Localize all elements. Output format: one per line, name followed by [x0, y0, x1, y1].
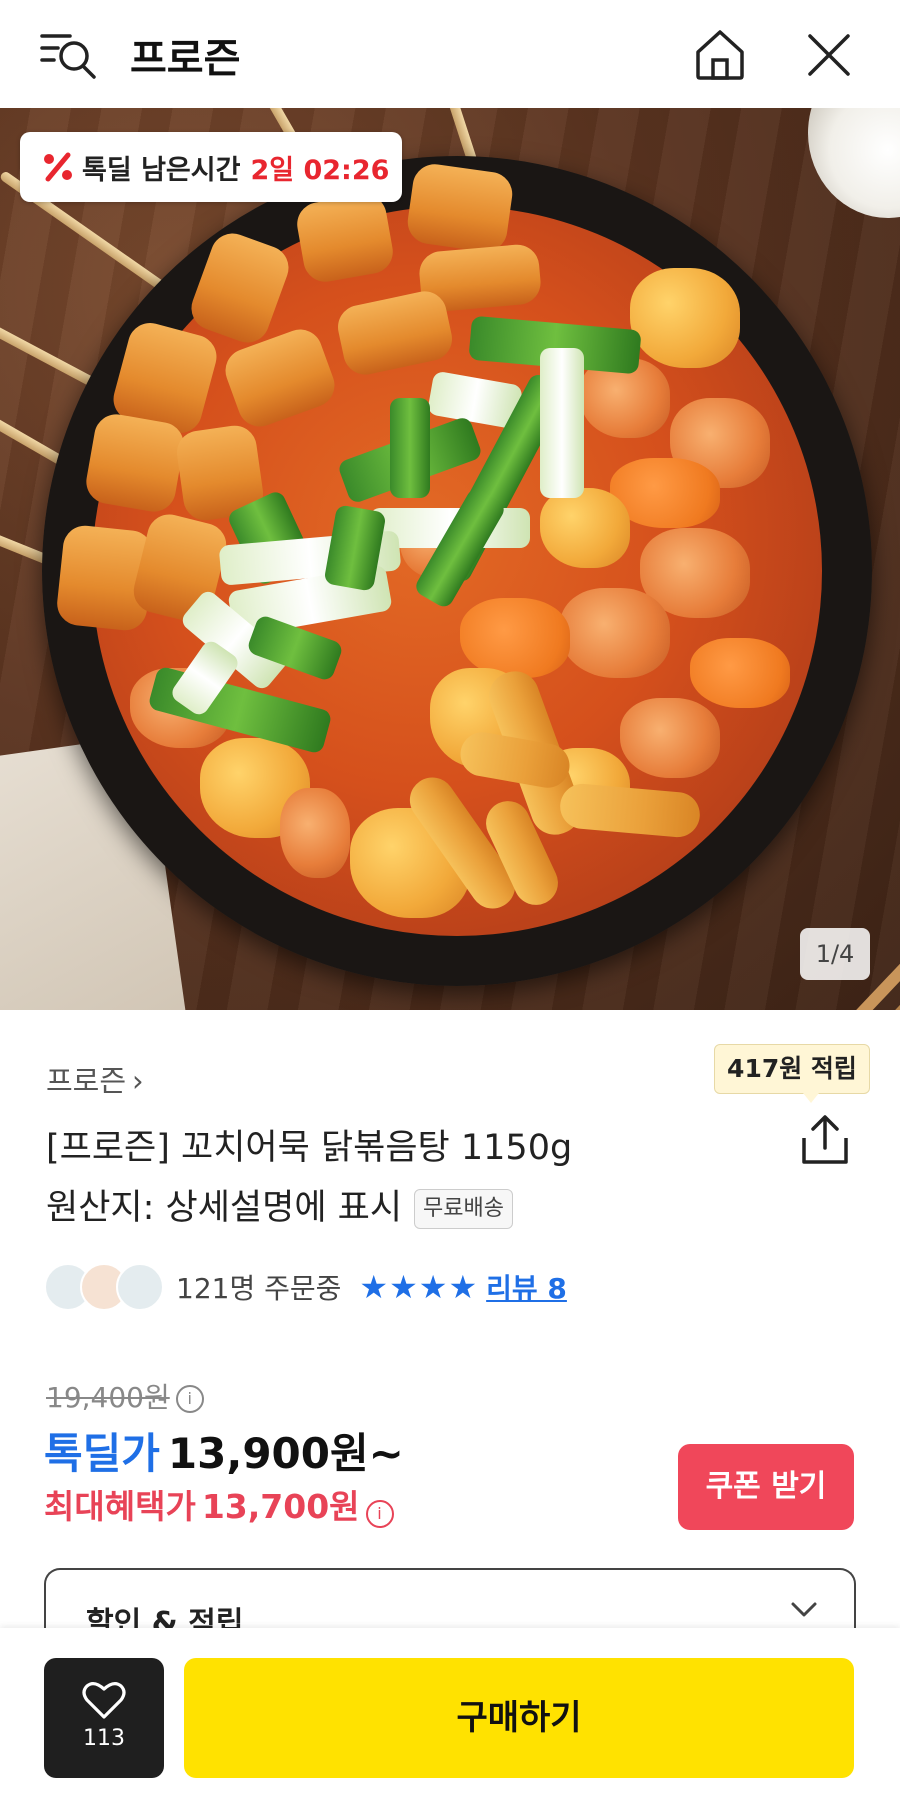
- image-counter: 1/4: [800, 928, 870, 980]
- buy-button[interactable]: 구매하기: [184, 1658, 854, 1778]
- coupon-button[interactable]: 쿠폰 받기: [678, 1444, 854, 1530]
- info-icon[interactable]: i: [365, 1499, 394, 1528]
- home-icon[interactable]: [694, 28, 746, 82]
- max-benefit-row: 최대혜택가 13,700원 i: [44, 1480, 394, 1528]
- free-shipping-badge: 무료배송: [414, 1189, 514, 1229]
- page-title: 프로즌: [130, 36, 241, 82]
- deal-countdown-time: 2일 02:26: [250, 154, 390, 186]
- like-count: 113: [83, 1726, 125, 1751]
- order-count: 121명 주문중: [176, 1272, 342, 1305]
- like-button[interactable]: 113: [44, 1658, 164, 1778]
- breadcrumb[interactable]: 프로즌 ›: [46, 1058, 144, 1100]
- top-header: 프로즌: [0, 0, 900, 108]
- original-price: 19,400원: [46, 1381, 170, 1414]
- share-icon[interactable]: [800, 1112, 850, 1168]
- info-icon[interactable]: i: [175, 1385, 204, 1413]
- points-tooltip: 417원 적립: [714, 1044, 870, 1103]
- order-review-row: 121명 주문중 ★★★★ 리뷰 8: [44, 1263, 567, 1311]
- product-title-line1: [프로즌] 꼬치어묵 닭볶음탕 1150g: [46, 1128, 573, 1168]
- product-title: [프로즌] 꼬치어묵 닭볶음탕 1150g 원산지: 상세설명에 표시 무료배송: [46, 1118, 746, 1238]
- close-icon[interactable]: [806, 32, 852, 78]
- bottom-action-bar: 113 구매하기: [0, 1628, 900, 1815]
- max-benefit-price: 13,700원: [201, 1487, 360, 1526]
- deal-countdown-label: 톡딜 남은시간: [82, 154, 241, 186]
- max-benefit-label: 최대혜택가: [44, 1487, 196, 1526]
- rating-stars-icon: ★★★★: [359, 1268, 479, 1306]
- chevron-down-icon: [791, 1602, 817, 1617]
- deal-price: 13,900원~: [167, 1429, 404, 1478]
- search-menu-icon[interactable]: [40, 30, 100, 82]
- original-price-row: 19,400원 i: [46, 1376, 204, 1416]
- deal-price-row: 톡딜가 13,900원~: [44, 1420, 404, 1481]
- product-image-carousel[interactable]: 톡딜 남은시간 2일 02:26 1/4: [0, 108, 900, 1010]
- discount-percent-icon: [44, 152, 72, 182]
- avatar: [116, 1263, 164, 1311]
- product-origin: 원산지: 상세설명에 표시: [46, 1188, 403, 1228]
- deal-countdown-badge: 톡딜 남은시간 2일 02:26: [20, 132, 402, 202]
- heart-icon: [82, 1682, 126, 1719]
- review-link[interactable]: 리뷰 8: [486, 1267, 567, 1307]
- product-title-line2: 원산지: 상세설명에 표시 무료배송: [46, 1178, 746, 1238]
- breadcrumb-store[interactable]: 프로즌: [46, 1064, 126, 1098]
- chopsticks-image: [856, 963, 900, 1010]
- deal-price-label: 톡딜가: [44, 1429, 160, 1478]
- chevron-right-icon: ›: [132, 1064, 144, 1098]
